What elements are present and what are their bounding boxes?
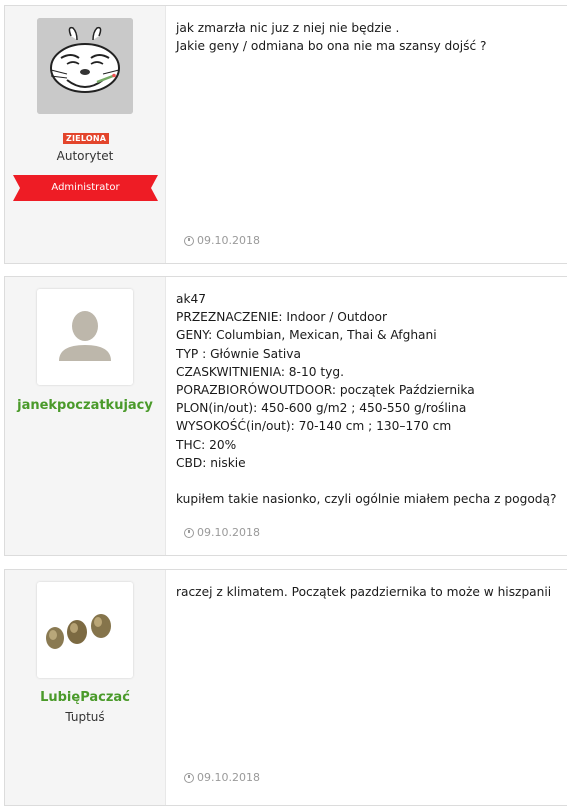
post-date-text: 09.10.2018 xyxy=(197,526,260,539)
post-date[interactable]: 09.10.2018 xyxy=(184,526,260,539)
role-label: Administrator xyxy=(51,182,120,193)
cartoon-rabbit-avatar xyxy=(37,18,133,114)
post-body: ak47 PRZEZNACZENIE: Indoor / Outdoor GEN… xyxy=(176,277,567,555)
post-message: jak zmarzła nic juz z niej nie będzie . … xyxy=(176,21,487,54)
avatar[interactable] xyxy=(37,289,133,385)
user-silhouette-icon xyxy=(37,289,133,385)
post: LubięPaczać Tuptuś raczej z klimatem. Po… xyxy=(4,569,567,806)
role-ribbon: Administrator xyxy=(13,175,158,201)
user-panel: janekpoczatkujacy xyxy=(5,277,166,555)
post: janekpoczatkujacy ak47 PRZEZNACZENIE: In… xyxy=(4,276,567,556)
user-panel: ZIELONA Autorytet Administrator xyxy=(5,6,166,263)
username-link[interactable]: janekpoczatkujacy xyxy=(5,398,165,413)
post-date[interactable]: 09.10.2018 xyxy=(184,771,260,784)
post-body: jak zmarzła nic juz z niej nie będzie . … xyxy=(176,6,567,263)
post-message: raczej z klimatem. Początek pazdziernika… xyxy=(176,585,552,599)
post-body: raczej z klimatem. Początek pazdziernika… xyxy=(176,570,567,805)
user-title: Tuptuś xyxy=(65,710,105,724)
post-message: ak47 PRZEZNACZENIE: Indoor / Outdoor GEN… xyxy=(176,292,557,507)
seeds-avatar xyxy=(37,582,133,678)
post-date-text: 09.10.2018 xyxy=(197,771,260,784)
clock-icon xyxy=(184,772,194,783)
post: ZIELONA Autorytet Administrator jak zmar… xyxy=(4,5,567,264)
clock-icon xyxy=(184,527,194,538)
avatar[interactable] xyxy=(37,582,133,678)
group-badge: ZIELONA xyxy=(63,133,110,144)
user-title: Autorytet xyxy=(56,149,114,163)
post-date-text: 09.10.2018 xyxy=(197,234,260,247)
post-date[interactable]: 09.10.2018 xyxy=(184,234,260,247)
username-link[interactable]: LubięPaczać xyxy=(5,690,165,705)
clock-icon xyxy=(184,235,194,246)
avatar[interactable] xyxy=(37,18,133,114)
user-panel: LubięPaczać Tuptuś xyxy=(5,570,166,805)
